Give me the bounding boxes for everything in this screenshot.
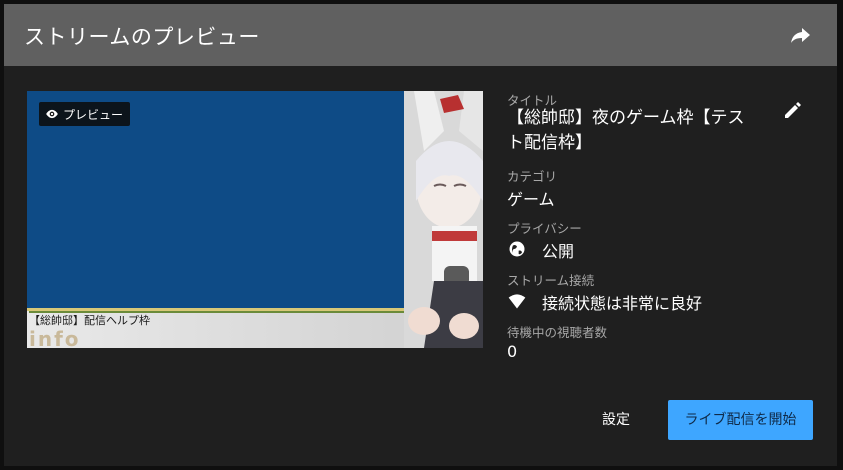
dialog-title: ストリームのプレビュー [24, 25, 260, 49]
connection-label: ストリーム接続 [507, 273, 595, 288]
settings-button[interactable]: 設定 [588, 404, 644, 436]
edit-button[interactable] [781, 98, 805, 122]
character-image [404, 91, 483, 348]
viewers-count: 0 [507, 342, 518, 361]
share-icon [791, 28, 810, 43]
viewers-label: 待機中の視聴者数 [507, 325, 608, 340]
overlay-logo: info [29, 327, 81, 348]
connection-value: 接続状態は非常に良好 [542, 294, 703, 313]
category-label: カテゴリ [507, 169, 558, 184]
wifi-signal-icon [508, 294, 526, 309]
globe-icon [509, 241, 525, 257]
preview-badge-label: プレビュー [63, 107, 124, 122]
privacy-label: プライバシー [507, 221, 582, 236]
eye-icon [46, 109, 58, 119]
stream-preview-video: プレビュー 【総帥邸】配信ヘルプ枠 info [27, 91, 483, 348]
stream-preview-dialog: ストリームのプレビュー プレビュー 【総帥邸】配信ヘルプ枠 info タイトル … [4, 4, 837, 466]
privacy-value: 公開 [542, 242, 575, 261]
category-value: ゲーム [507, 190, 555, 209]
share-button[interactable] [788, 23, 812, 47]
overlay-caption: 【総帥邸】配信ヘルプ枠 [29, 314, 150, 327]
pencil-icon [785, 102, 801, 118]
dialog-header: ストリームのプレビュー [4, 4, 837, 66]
start-live-button[interactable]: ライブ配信を開始 [668, 400, 813, 440]
stream-title: 【総帥邸】夜のゲーム枠【テスト配信枠】 [507, 108, 745, 153]
preview-badge: プレビュー [39, 102, 131, 126]
